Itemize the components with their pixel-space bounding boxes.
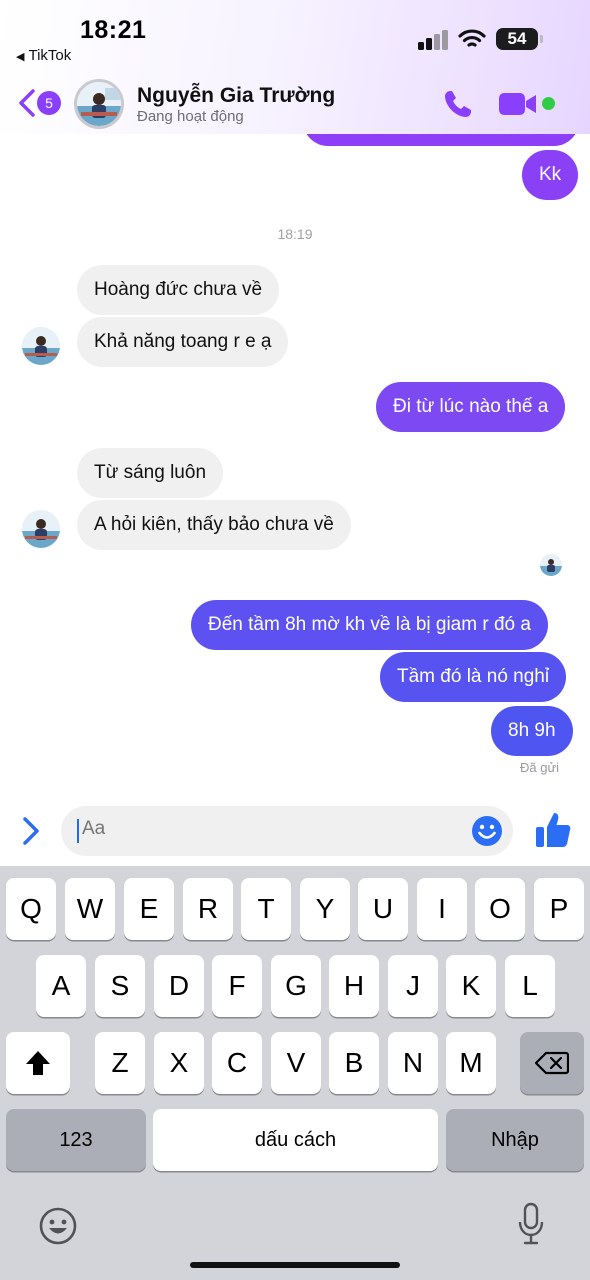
sender-avatar[interactable] (22, 327, 60, 365)
key-w[interactable]: W (65, 878, 115, 940)
avatar-photo (77, 82, 121, 126)
back-app-label: TikTok (28, 47, 72, 64)
back-chevron-icon[interactable] (16, 88, 38, 118)
chat-header: 18:21 ◀ TikTok 54 5 Nguyễn Gia Trường Đan… (0, 0, 590, 134)
message-bubble-incoming[interactable]: Khả năng toang r e ạ (77, 317, 289, 367)
dictation-mic-icon[interactable] (516, 1202, 546, 1246)
key-c[interactable]: C (212, 1032, 262, 1094)
message-bubble-outgoing[interactable]: Đến tầm 8h mờ kh về là bị giam r đó a (191, 600, 548, 650)
chat-timestamp: 18:19 (277, 226, 313, 242)
message-bubble-outgoing[interactable]: Kk (522, 150, 579, 200)
key-t[interactable]: T (241, 878, 291, 940)
message-bubble-outgoing[interactable]: 8h 9h (491, 706, 573, 756)
key-h[interactable]: H (329, 955, 379, 1017)
message-bubble-outgoing[interactable]: Tầm đó là nó nghỉ (380, 652, 567, 702)
key-q[interactable]: Q (6, 878, 56, 940)
wifi-icon (458, 29, 486, 47)
online-indicator (542, 97, 555, 110)
message-bubble-outgoing[interactable]: Đi từ lúc nào thế a (376, 382, 566, 432)
key-z[interactable]: Z (95, 1032, 145, 1094)
home-indicator[interactable] (190, 1262, 400, 1268)
key-m[interactable]: M (446, 1032, 496, 1094)
avatar-photo (22, 327, 60, 365)
backspace-icon (534, 1051, 570, 1075)
key-p[interactable]: P (534, 878, 584, 940)
key-b[interactable]: B (329, 1032, 379, 1094)
delivery-status: Đã gửi (520, 760, 560, 775)
contact-avatar[interactable] (74, 79, 124, 129)
video-camera-icon[interactable] (498, 90, 538, 118)
message-bubble-incoming[interactable]: Từ sáng luôn (77, 448, 224, 498)
return-key[interactable]: Nhập (446, 1109, 584, 1171)
shift-key[interactable] (6, 1032, 70, 1094)
back-triangle-icon: ◀ (16, 51, 25, 63)
message-bubble-incoming[interactable]: Hoàng đức chưa về (77, 265, 280, 315)
key-n[interactable]: N (388, 1032, 438, 1094)
status-icons: 54 (418, 28, 543, 52)
message-composer[interactable] (61, 806, 513, 856)
key-i[interactable]: I (417, 878, 467, 940)
key-d[interactable]: D (154, 955, 204, 1017)
emoji-keyboard-icon[interactable] (38, 1206, 78, 1246)
backspace-key[interactable] (520, 1032, 584, 1094)
thumbs-up-icon[interactable] (534, 810, 572, 850)
key-a[interactable]: A (36, 955, 86, 1017)
message-input[interactable] (82, 818, 462, 840)
contact-active-status: Đang hoạt động (137, 108, 244, 125)
seen-receipt-avatar (540, 554, 562, 576)
status-time: 18:21 (80, 16, 147, 44)
numbers-key[interactable]: 123 (6, 1109, 146, 1171)
key-l[interactable]: L (505, 955, 555, 1017)
space-key[interactable]: dấu cách (153, 1109, 438, 1171)
sender-avatar[interactable] (22, 510, 60, 548)
unread-count-badge[interactable]: 5 (37, 91, 61, 115)
key-v[interactable]: V (271, 1032, 321, 1094)
cellular-signal-icon (418, 30, 450, 50)
key-e[interactable]: E (124, 878, 174, 940)
key-o[interactable]: O (475, 878, 525, 940)
phone-icon[interactable] (442, 88, 474, 120)
back-to-app-link[interactable]: ◀ TikTok (16, 47, 71, 64)
onscreen-keyboard: Q W E R T Y U I O P A S D F G H J K L Z … (0, 866, 590, 1280)
key-k[interactable]: K (446, 955, 496, 1017)
key-u[interactable]: U (358, 878, 408, 940)
key-f[interactable]: F (212, 955, 262, 1017)
message-bubble-incoming[interactable]: A hỏi kiên, thấy bảo chưa về (77, 500, 351, 550)
key-g[interactable]: G (271, 955, 321, 1017)
contact-name[interactable]: Nguyễn Gia Trường (137, 84, 335, 108)
key-x[interactable]: X (154, 1032, 204, 1094)
avatar-photo (540, 554, 562, 576)
emoji-icon[interactable] (471, 815, 503, 847)
avatar-photo (22, 510, 60, 548)
expand-actions-icon[interactable] (20, 815, 42, 847)
shift-arrow-icon (26, 1051, 50, 1075)
battery-indicator: 54 (496, 28, 543, 50)
key-s[interactable]: S (95, 955, 145, 1017)
key-j[interactable]: J (388, 955, 438, 1017)
key-r[interactable]: R (183, 878, 233, 940)
key-y[interactable]: Y (300, 878, 350, 940)
text-caret (77, 819, 79, 843)
